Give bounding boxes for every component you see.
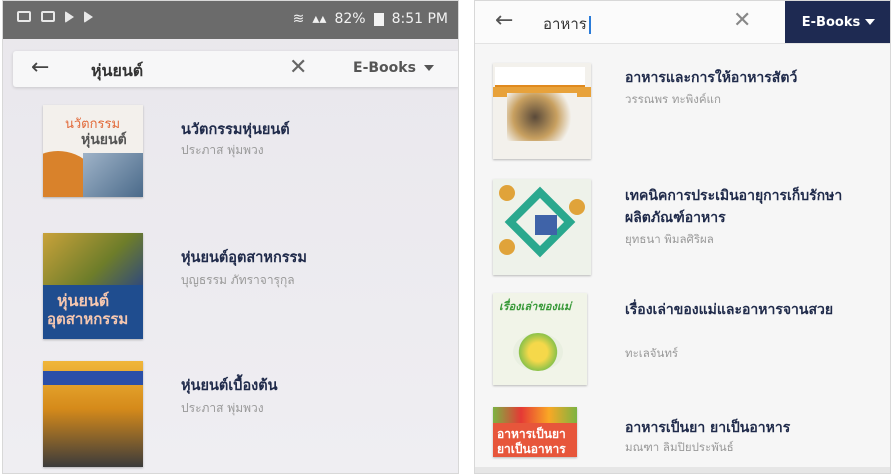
text-cursor xyxy=(588,15,591,34)
back-arrow-icon[interactable]: ← xyxy=(31,55,49,80)
book-author: ทะเลจันทร์ xyxy=(625,346,679,360)
book-cover: นวัตกรรม หุ่นยนต์ xyxy=(43,105,143,197)
book-author: ประภาส พุ่มพวง xyxy=(181,401,264,415)
dropdown-triangle-icon xyxy=(865,19,876,25)
cover-photo xyxy=(507,93,577,141)
cover-graphic xyxy=(569,199,585,215)
book-item[interactable]: หุ่นยนต์ อุตสาหกรรม หุ่นยนต์อุตสาหกรรม บ… xyxy=(43,233,443,343)
notification-icons xyxy=(17,11,93,23)
cover-photo xyxy=(493,407,577,423)
book-title: เทคนิคการประเมินอายุการเก็บรักษาผลิตภัณฑ… xyxy=(625,188,843,226)
cover-photo xyxy=(513,333,563,371)
book-author: วรรณพร ทะพิงค์แก xyxy=(625,92,721,106)
cover-graphic xyxy=(499,185,515,201)
cover-title-line2: ยาเป็นอาหาร xyxy=(497,442,566,456)
book-title: เรื่องเล่าของแม่และอาหารจานสวย xyxy=(625,302,834,318)
play-icon xyxy=(84,11,93,23)
filter-label: E-Books xyxy=(353,60,416,76)
filter-dropdown[interactable]: E-Books xyxy=(353,60,434,76)
book-author: ประภาส พุ่มพวง xyxy=(181,143,264,157)
book-item[interactable]: อาหารและการให้อาหารสัตว์ วรรณพร ทะพิงค์แ… xyxy=(493,63,888,163)
back-arrow-icon[interactable]: ← xyxy=(495,8,513,33)
book-cover: หุ่นยนต์ อุตสาหกรรม xyxy=(43,233,143,339)
notification-icon xyxy=(17,11,31,22)
book-title: หุ่นยนต์เบื้องต้น xyxy=(181,378,278,394)
book-item[interactable]: อาหารเป็นยา ยาเป็นอาหาร อาหารเป็นยา ยาเป… xyxy=(493,407,888,469)
cover-graphic xyxy=(535,215,557,235)
notification-icon xyxy=(41,11,55,22)
book-item[interactable]: นวัตกรรม หุ่นยนต์ นวัตกรรมหุ่นยนต์ ประภา… xyxy=(43,105,443,205)
book-cover xyxy=(493,63,591,159)
dropdown-triangle-icon xyxy=(423,65,434,71)
book-cover xyxy=(493,179,591,275)
book-title: อาหารเป็นยา ยาเป็นอาหาร xyxy=(625,420,791,436)
book-title: หุ่นยนต์อุตสาหกรรม xyxy=(181,250,307,266)
battery-percent: 82% xyxy=(334,11,366,27)
book-cover xyxy=(43,361,143,467)
battery-icon xyxy=(373,12,384,26)
status-bar: ≋ ▴▴ 82% 8:51 PM xyxy=(3,1,458,39)
book-title: อาหารและการให้อาหารสัตว์ xyxy=(625,70,798,86)
play-icon xyxy=(65,11,74,23)
cover-title-line2: อุตสาหกรรม xyxy=(47,310,129,328)
left-phone-screen: ≋ ▴▴ 82% 8:51 PM ← หุ่นยนต์ ✕ E-Books นว… xyxy=(2,0,459,474)
cover-title-line2: หุ่นยนต์ xyxy=(81,132,127,148)
signal-icon: ▴▴ xyxy=(312,11,327,27)
navigation-bar xyxy=(475,467,890,473)
cover-banner xyxy=(43,371,143,385)
search-bar: ← หุ่นยนต์ ✕ E-Books xyxy=(13,51,458,87)
book-author: บุญธรรม ภัทราจารุกุล xyxy=(181,273,295,287)
wifi-icon: ≋ xyxy=(292,11,305,27)
cover-photo xyxy=(43,233,143,285)
book-cover: เรื่องเล่าของแม่ xyxy=(493,293,587,385)
cover-photo xyxy=(83,153,143,197)
cover-title-strip xyxy=(495,67,585,88)
book-title: นวัตกรรมหุ่นยนต์ xyxy=(181,122,290,138)
search-input[interactable]: อาหาร xyxy=(543,12,591,36)
clear-icon[interactable]: ✕ xyxy=(733,8,751,33)
book-author: มณฑา ลิมปิยประพันธ์ xyxy=(625,440,734,454)
book-cover: อาหารเป็นยา ยาเป็นอาหาร xyxy=(493,407,577,457)
search-input[interactable]: หุ่นยนต์ xyxy=(91,59,143,84)
filter-dropdown[interactable]: E-Books xyxy=(785,1,890,43)
book-item[interactable]: หุ่นยนต์เบื้องต้น ประภาส พุ่มพวง xyxy=(43,361,443,471)
cover-title: เรื่องเล่าของแม่ xyxy=(499,300,572,313)
clock: 8:51 PM xyxy=(391,11,448,27)
clear-icon[interactable]: ✕ xyxy=(289,55,307,80)
filter-label: E-Books xyxy=(801,14,861,30)
book-author: ยุทธนา พิมลศิริผล xyxy=(625,232,714,246)
status-right: ≋ ▴▴ 82% 8:51 PM xyxy=(293,11,448,27)
search-bar: ← อาหาร ✕ E-Books xyxy=(475,1,890,44)
right-phone-screen: ← อาหาร ✕ E-Books อาหารและการให้อาหารสัต… xyxy=(474,0,891,474)
book-item[interactable]: เทคนิคการประเมินอายุการเก็บรักษาผลิตภัณฑ… xyxy=(493,179,888,279)
search-query: อาหาร xyxy=(543,15,587,33)
book-item[interactable]: เรื่องเล่าของแม่ เรื่องเล่าของแม่และอาหา… xyxy=(493,293,888,393)
cover-graphic xyxy=(499,239,515,255)
